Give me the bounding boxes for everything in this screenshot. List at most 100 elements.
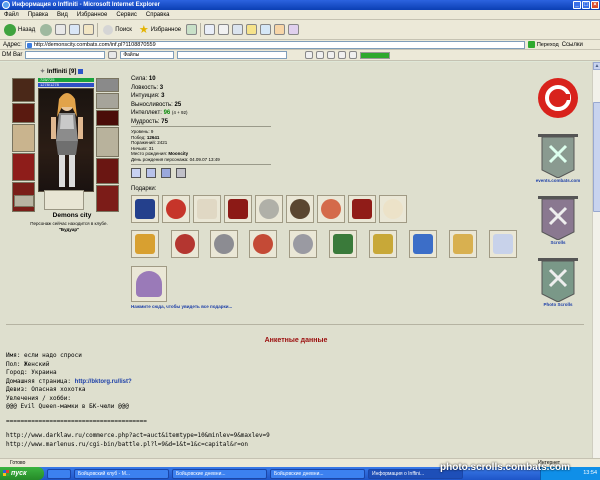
menu-item-edit[interactable]: Правка (28, 12, 48, 18)
maximize-button[interactable]: □ (582, 1, 590, 9)
photo-scrolls-link[interactable]: Photo Scrolls (528, 302, 588, 307)
vertical-scrollbar[interactable]: ▲ ▼ (592, 62, 600, 466)
gloves-slot[interactable] (96, 158, 119, 184)
go-button[interactable]: Переход (527, 41, 559, 48)
scroll-thumb[interactable] (593, 102, 600, 212)
homepage-link[interactable]: http://bktorg.ru/list? (75, 379, 132, 385)
stat-endurance: Выносливость: 25 (131, 101, 182, 108)
dmbar-icon-2[interactable] (316, 51, 325, 59)
quicklaunch[interactable] (47, 468, 71, 479)
gift-item[interactable] (317, 195, 345, 223)
gift-item[interactable] (162, 195, 190, 223)
profile-link-2[interactable]: http://www.marlenus.ru/cgi-bin/battle.pl… (6, 441, 270, 450)
boots-slot[interactable] (96, 185, 119, 212)
refresh-button[interactable] (69, 24, 81, 35)
badge-2-icon[interactable] (146, 168, 156, 178)
profile-link-1[interactable]: http://www.darklaw.ru/commerce.php?act=a… (6, 432, 270, 441)
dmbar-button[interactable] (108, 51, 118, 59)
star-icon: ★ (138, 24, 149, 36)
armor-slot[interactable] (12, 153, 35, 181)
task-button-2[interactable]: Бойцовские дневни... (172, 468, 267, 479)
mail-button[interactable] (204, 24, 216, 35)
files-select[interactable]: Файлы (120, 51, 175, 59)
address-input[interactable]: http://demonscity.combats.com/inf.pl?110… (24, 40, 525, 49)
ring-slot[interactable] (96, 110, 119, 126)
forward-button[interactable] (40, 23, 53, 36)
stop-button[interactable] (55, 24, 67, 35)
search-icon (103, 24, 114, 35)
gift-item[interactable] (249, 230, 277, 258)
gift-item[interactable] (224, 195, 252, 223)
menu-item-help[interactable]: Справка (146, 12, 170, 18)
photo-scrolls-banner[interactable] (534, 258, 582, 303)
task-button-1[interactable]: Бойцовский клуб - M... (74, 468, 169, 479)
gift-item[interactable] (449, 230, 477, 258)
scroll-up-icon[interactable]: ▲ (593, 62, 600, 70)
badge-1-icon[interactable] (131, 168, 141, 178)
all-gifts-link[interactable]: Нажмите сюда, чтобы увидеть все подарки.… (131, 304, 232, 309)
helmet-slot[interactable] (12, 78, 35, 102)
dmbar-field[interactable] (177, 51, 288, 59)
shield-slot[interactable] (96, 127, 119, 157)
events-banner[interactable] (534, 76, 582, 126)
edit-button[interactable] (232, 24, 244, 35)
dmbar-input[interactable] (25, 51, 106, 59)
back-button[interactable]: Назад (2, 23, 37, 37)
dmbar-icon-4[interactable] (338, 51, 347, 59)
events-scroll-banner[interactable] (534, 134, 582, 179)
info-block: Уровень: 9 Побед: 12641 Поражений: 2421 … (131, 129, 220, 163)
links-label[interactable]: Ссылки (562, 42, 583, 48)
start-button[interactable]: пуск (0, 467, 44, 480)
bracelet-slot[interactable] (12, 103, 35, 123)
dmbar-icon-1[interactable] (305, 51, 314, 59)
ie-logo-icon (2, 1, 10, 9)
menu-item-tools[interactable]: Сервис (116, 12, 137, 18)
badge-3-icon[interactable] (161, 168, 171, 178)
info-birthday: День рождения персонажа: 04.09.07 13:49 (131, 156, 220, 162)
extra-button[interactable] (288, 24, 300, 35)
gift-item[interactable] (131, 266, 167, 302)
badge-4-icon[interactable] (176, 168, 186, 178)
gift-item[interactable] (409, 230, 437, 258)
gift-item[interactable] (289, 230, 317, 258)
gift-item[interactable] (131, 230, 159, 258)
profile-body: Имя: если надо спроси Пол: Женский Город… (6, 352, 270, 449)
necklace-slot[interactable] (96, 93, 119, 109)
gift-item[interactable] (379, 195, 407, 223)
minimize-button[interactable]: _ (573, 1, 581, 9)
favorites-button[interactable]: ★ Избранное (137, 22, 183, 37)
gift-item[interactable] (348, 195, 376, 223)
menu-item-view[interactable]: Вид (57, 12, 68, 18)
gift-item[interactable] (286, 195, 314, 223)
research-button[interactable] (260, 24, 272, 35)
gift-item[interactable] (369, 230, 397, 258)
gift-item[interactable] (489, 230, 517, 258)
weapon-slot[interactable] (12, 124, 35, 152)
scrolls-link[interactable]: Scrolls (528, 240, 588, 245)
earrings-slot[interactable] (96, 78, 119, 92)
events-link[interactable]: events.combats.com (528, 178, 588, 183)
close-button[interactable]: × (591, 1, 599, 9)
gift-item[interactable] (210, 230, 238, 258)
print-button[interactable] (218, 24, 230, 35)
scrolls-banner[interactable] (534, 196, 582, 241)
small-slot-1[interactable] (14, 195, 34, 207)
task-button-3[interactable]: Бойцовские дневни... (270, 468, 365, 479)
messenger-button[interactable] (246, 24, 258, 35)
dmbar-icon-3[interactable] (327, 51, 336, 59)
gift-item[interactable] (131, 195, 159, 223)
profile-title: Анкетные данные (264, 337, 328, 344)
folder-button[interactable] (274, 24, 286, 35)
gift-item[interactable] (193, 195, 221, 223)
search-button[interactable]: Поиск (101, 24, 134, 36)
gift-item[interactable] (171, 230, 199, 258)
menu-item-favorites[interactable]: Избранное (77, 12, 107, 18)
events-logo-icon (538, 78, 578, 118)
gift-item[interactable] (255, 195, 283, 223)
gift-item[interactable] (329, 230, 357, 258)
home-button[interactable] (83, 24, 95, 35)
dmbar-icon-5[interactable] (349, 51, 358, 59)
info-icon[interactable] (78, 69, 84, 74)
menu-item-file[interactable]: Файл (4, 12, 19, 18)
history-button[interactable] (186, 24, 198, 35)
